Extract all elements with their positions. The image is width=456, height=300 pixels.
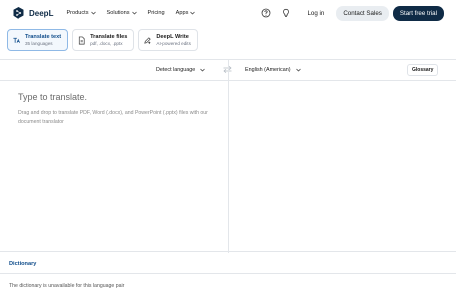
tab-translate-text[interactable]: Translate text 35 languages [7,29,69,51]
dictionary-title: Dictionary [9,261,37,267]
translator-mode-tabs: Translate text 35 languages Translate fi… [7,29,198,51]
glossary-button[interactable]: Glossary [407,64,439,76]
dictionary-divider [0,273,456,274]
source-language-select[interactable]: Detect language [156,67,206,73]
nav-pricing[interactable]: Pricing [148,10,165,16]
mode-title: DeepL Write [156,34,189,40]
deepl-logo-icon [13,7,24,19]
main-nav: Products Solutions Pricing Apps [66,10,206,16]
file-icon [78,36,85,44]
nav-products[interactable]: Products [66,10,96,16]
dictionary-message: The dictionary is unavailable for this l… [9,283,125,289]
source-text-input[interactable]: Type to translate. [18,92,87,102]
chevron-down-icon [295,68,301,72]
help-icon[interactable] [261,8,271,18]
chevron-down-icon [200,68,206,72]
top-header: DeepL Products Solutions Pricing Apps Lo… [0,0,456,26]
pen-icon [144,36,152,44]
mode-title: Translate text [25,34,62,40]
chevron-down-icon [90,11,96,15]
chevron-down-icon [190,11,196,15]
contact-sales-button[interactable]: Contact Sales [336,5,389,21]
chevron-down-icon [131,11,137,15]
lightbulb-icon[interactable] [281,8,291,18]
source-language-label: Detect language [156,67,196,73]
tab-translate-files[interactable]: Translate files pdf, .docx, .pptx [72,29,135,51]
deepl-logo[interactable]: DeepL [13,7,53,19]
mode-subtitle: pdf, .docx, .pptx [90,41,123,46]
tab-deepl-write[interactable]: DeepL Write AI-powered edits [138,29,198,51]
login-link[interactable]: Log in [307,10,324,17]
nav-apps[interactable]: Apps [176,10,196,16]
start-free-trial-button[interactable]: Start free trial [392,5,444,21]
nav-label: Products [66,10,89,16]
translator-panel: Detect language English (American) Gloss… [0,59,456,253]
header-actions: Log in Contact Sales Start free trial [261,5,444,21]
document-upload-hint: Drag and drop to translate PDF, Word (.d… [18,110,208,125]
mode-title: Translate files [90,34,128,40]
brand-name: DeepL [29,8,54,18]
mode-subtitle: 35 languages [25,41,53,46]
nav-label: Pricing [147,10,165,16]
panel-divider [228,60,229,253]
target-language-label: English (American) [245,67,291,73]
nav-label: Apps [175,10,189,16]
mode-subtitle: AI-powered edits [156,41,191,46]
text-icon [13,37,20,43]
target-language-select[interactable]: English (American) [245,67,301,73]
nav-label: Solutions [106,10,130,16]
nav-solutions[interactable]: Solutions [107,10,137,16]
